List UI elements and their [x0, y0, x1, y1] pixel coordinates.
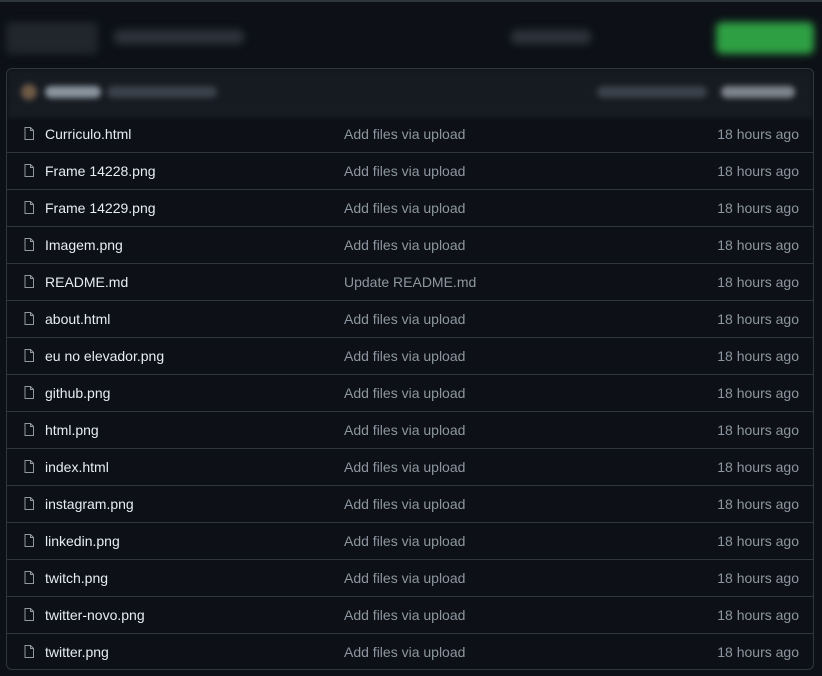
file-name[interactable]: Frame 14229.png [45, 200, 156, 216]
commit-time: 18 hours ago [717, 274, 799, 290]
commit-message-link[interactable]: Add files via upload [344, 533, 465, 549]
file-row[interactable]: eu no elevador.png Add files via upload … [7, 337, 813, 374]
commits-link[interactable] [721, 86, 795, 98]
file-row[interactable]: index.html Add files via upload 18 hours… [7, 448, 813, 485]
go-to-file-button[interactable] [511, 30, 591, 44]
commit-message-link[interactable]: Add files via upload [344, 607, 465, 623]
commit-time: 18 hours ago [717, 200, 799, 216]
commit-message-link[interactable]: Add files via upload [344, 385, 465, 401]
commit-time: 18 hours ago [717, 570, 799, 586]
file-icon [24, 349, 34, 362]
top-divider [0, 0, 822, 2]
commit-message-link[interactable]: Add files via upload [344, 200, 465, 216]
commit-hash[interactable] [597, 86, 707, 98]
file-name[interactable]: Imagem.png [45, 237, 123, 253]
file-name[interactable]: index.html [45, 459, 109, 475]
file-row[interactable]: Curriculo.html Add files via upload 18 h… [7, 116, 813, 152]
commit-time: 18 hours ago [717, 237, 799, 253]
commit-message-link[interactable]: Add files via upload [344, 570, 465, 586]
commit-message-link[interactable]: Update README.md [344, 274, 476, 290]
file-row[interactable]: twitch.png Add files via upload 18 hours… [7, 559, 813, 596]
file-row[interactable]: html.png Add files via upload 18 hours a… [7, 411, 813, 448]
file-row[interactable]: about.html Add files via upload 18 hours… [7, 300, 813, 337]
file-icon [24, 608, 34, 621]
commit-time: 18 hours ago [717, 311, 799, 327]
file-row[interactable]: Frame 14228.png Add files via upload 18 … [7, 152, 813, 189]
file-name[interactable]: html.png [45, 422, 99, 438]
file-icon [24, 127, 34, 140]
file-row[interactable]: linkedin.png Add files via upload 18 hou… [7, 522, 813, 559]
repo-toolbar-blurred [6, 20, 814, 56]
commit-message-link[interactable]: Add files via upload [344, 496, 465, 512]
file-name[interactable]: Frame 14228.png [45, 163, 156, 179]
commit-message-link[interactable]: Add files via upload [344, 422, 465, 438]
file-name[interactable]: about.html [45, 311, 110, 327]
file-name[interactable]: Curriculo.html [45, 126, 131, 142]
file-icon [24, 275, 34, 288]
commit-time: 18 hours ago [717, 422, 799, 438]
commit-message[interactable] [107, 86, 217, 98]
file-row[interactable]: instagram.png Add files via upload 18 ho… [7, 485, 813, 522]
file-row[interactable]: github.png Add files via upload 18 hours… [7, 374, 813, 411]
file-icon [24, 534, 34, 547]
commit-message-link[interactable]: Add files via upload [344, 459, 465, 475]
commit-time: 18 hours ago [717, 459, 799, 475]
commit-message-link[interactable]: Add files via upload [344, 311, 465, 327]
file-name[interactable]: twitter-novo.png [45, 607, 145, 623]
file-icon [24, 201, 34, 214]
commit-message-link[interactable]: Add files via upload [344, 237, 465, 253]
file-icon [24, 312, 34, 325]
commit-message-link[interactable]: Add files via upload [344, 126, 465, 142]
file-icon [24, 386, 34, 399]
file-icon [24, 460, 34, 473]
file-icon [24, 497, 34, 510]
file-name[interactable]: README.md [45, 274, 128, 290]
commit-message-link[interactable]: Add files via upload [344, 163, 465, 179]
file-name[interactable]: linkedin.png [45, 533, 120, 549]
commit-time: 18 hours ago [717, 126, 799, 142]
commit-message-link[interactable]: Add files via upload [344, 348, 465, 364]
file-name[interactable]: instagram.png [45, 496, 134, 512]
commit-time: 18 hours ago [717, 385, 799, 401]
commit-message-link[interactable]: Add files via upload [344, 644, 465, 660]
file-row[interactable]: Imagem.png Add files via upload 18 hours… [7, 226, 813, 263]
file-list: Curriculo.html Add files via upload 18 h… [6, 68, 814, 670]
commit-author[interactable] [45, 86, 101, 98]
file-row[interactable]: twitter.png Add files via upload 18 hour… [7, 633, 813, 669]
latest-commit-header-blurred [7, 69, 813, 116]
commit-time: 18 hours ago [717, 607, 799, 623]
commit-time: 18 hours ago [717, 533, 799, 549]
avatar [21, 84, 37, 100]
commit-time: 18 hours ago [717, 163, 799, 179]
file-icon [24, 423, 34, 436]
file-icon [24, 571, 34, 584]
commit-time: 18 hours ago [717, 644, 799, 660]
commit-time: 18 hours ago [717, 496, 799, 512]
file-row[interactable]: README.md Update README.md 18 hours ago [7, 263, 813, 300]
branch-info[interactable] [114, 30, 244, 44]
branch-button[interactable] [6, 22, 98, 54]
file-row[interactable]: Frame 14229.png Add files via upload 18 … [7, 189, 813, 226]
file-icon [24, 238, 34, 251]
file-icon [24, 645, 34, 658]
commit-time: 18 hours ago [717, 348, 799, 364]
file-row[interactable]: twitter-novo.png Add files via upload 18… [7, 596, 813, 633]
file-name[interactable]: github.png [45, 385, 110, 401]
file-name[interactable]: twitch.png [45, 570, 108, 586]
file-icon [24, 164, 34, 177]
file-name[interactable]: twitter.png [45, 644, 109, 660]
code-button[interactable] [716, 22, 814, 54]
file-name[interactable]: eu no elevador.png [45, 348, 164, 364]
